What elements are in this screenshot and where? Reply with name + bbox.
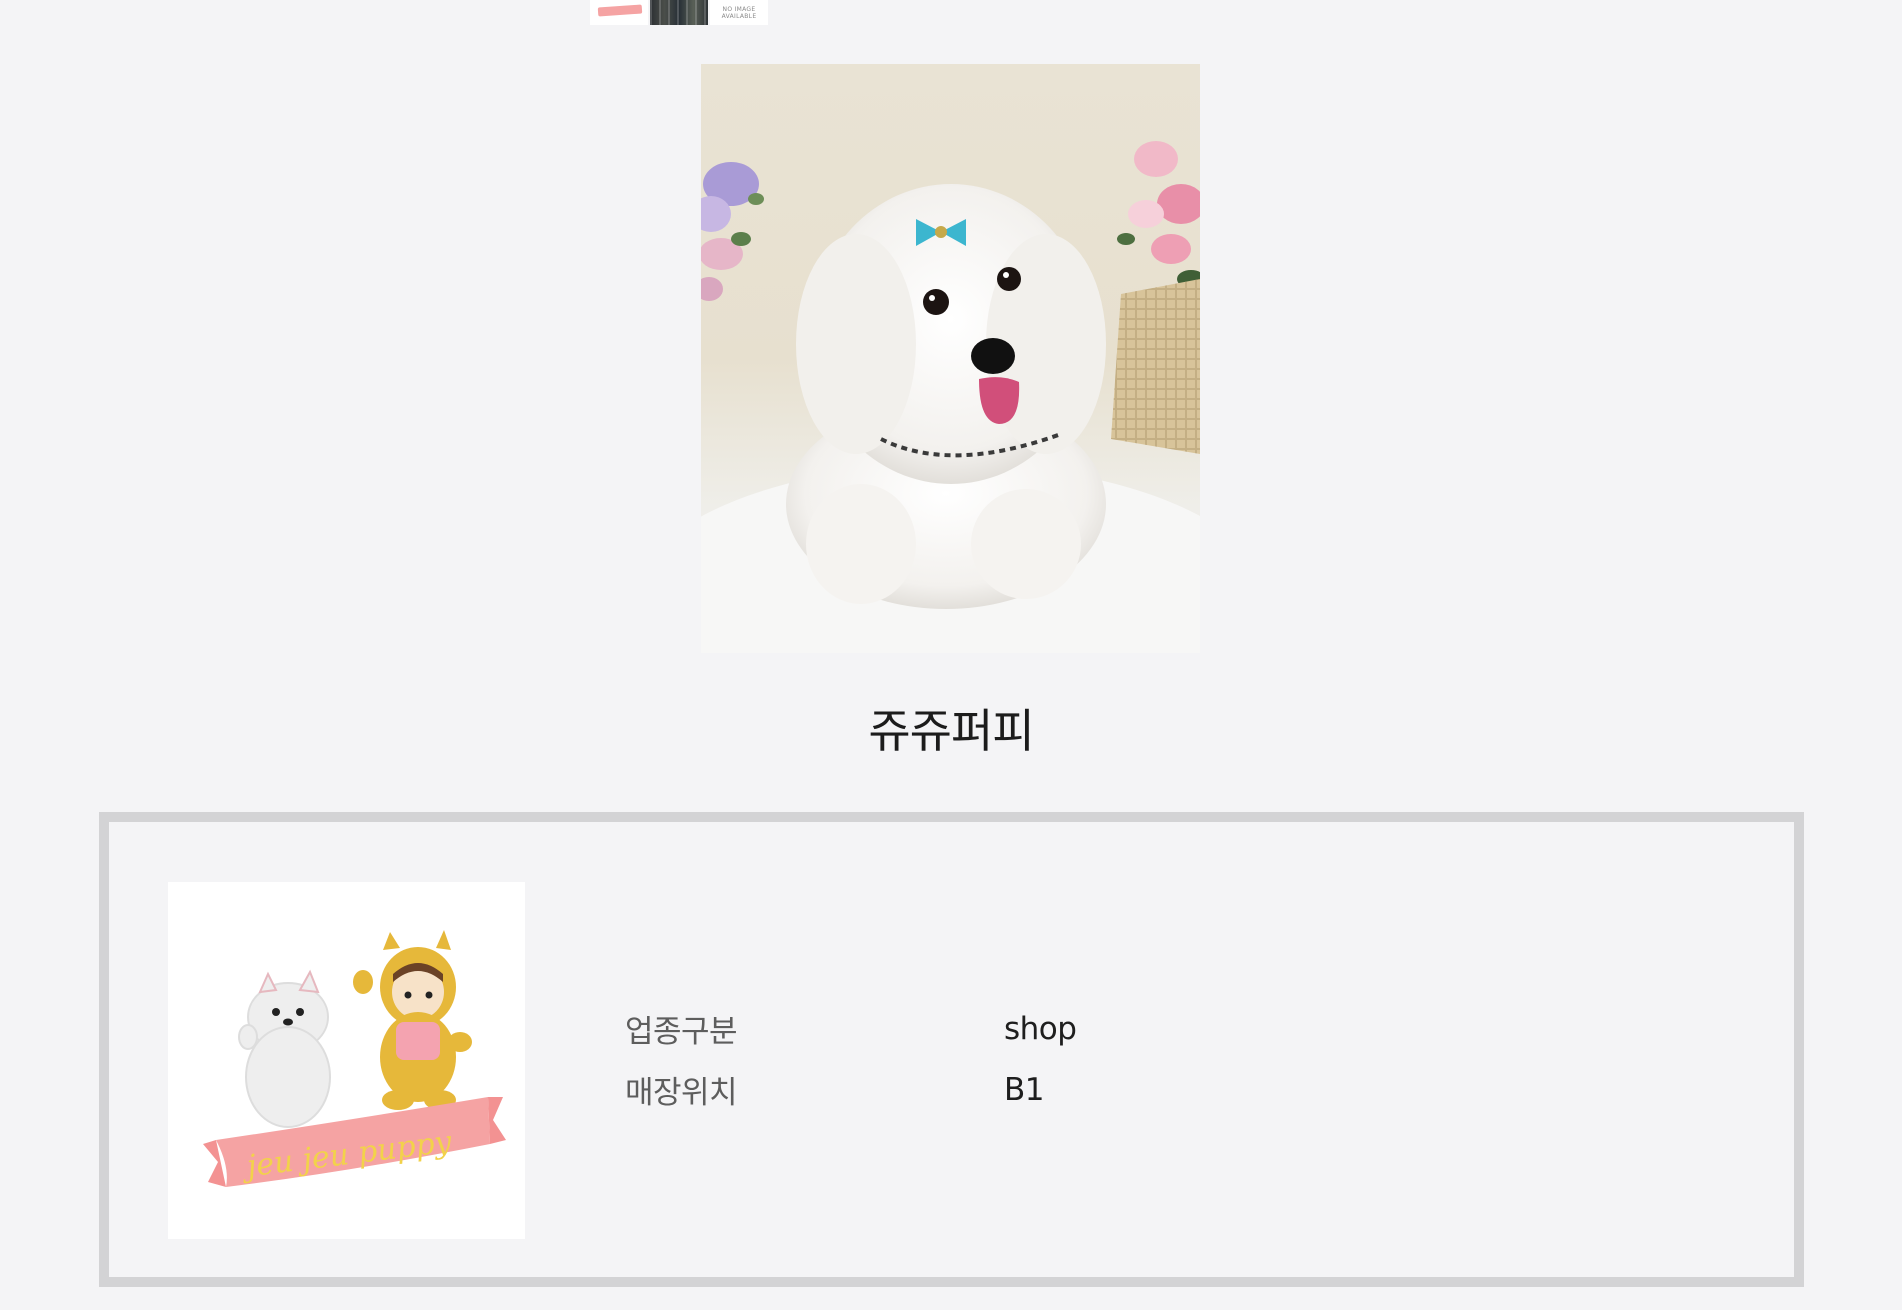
detail-value-location: B1 [1004,1071,1045,1108]
thumbnail-store-photo[interactable] [650,0,708,25]
thumbnail-strip: NO IMAGE AVAILABLE [590,0,768,25]
shop-title: 쥬쥬퍼피 [868,704,1034,758]
flowers-left [701,162,764,301]
detail-label-category: 업종구분 [625,1014,738,1050]
logo-white-dog [238,969,331,1128]
shop-details-table: 업종구분 shop 매장위치 B1 [625,998,1077,1120]
thumbnail-logo[interactable] [590,0,648,25]
no-image-text-line2: AVAILABLE [721,12,757,20]
logo-child-cat-costume [353,930,472,1110]
dog-photo-illustration [701,141,1200,653]
no-image-text-line1: NO IMAGE [722,5,756,13]
shop-logo: jeu jeu puppy [168,882,525,1239]
ribbon-shape [597,4,643,17]
store-photo-texture [650,0,708,25]
main-photo [701,64,1200,653]
detail-label-location: 매장위치 [625,1075,738,1111]
logo-ribbon-banner: jeu jeu puppy [203,1097,506,1187]
shop-info-panel: jeu jeu puppy 업종구분 shop 매장위치 B1 [99,812,1804,1287]
detail-row-category: 업종구분 shop [625,998,1077,1059]
thumbnail-no-image[interactable]: NO IMAGE AVAILABLE [710,0,768,25]
detail-value-category: shop [1004,1010,1077,1047]
dog [786,184,1106,609]
shop-logo-illustration: jeu jeu puppy [203,930,506,1187]
flowers-right [1111,141,1200,454]
detail-row-location: 매장위치 B1 [625,1059,1076,1120]
